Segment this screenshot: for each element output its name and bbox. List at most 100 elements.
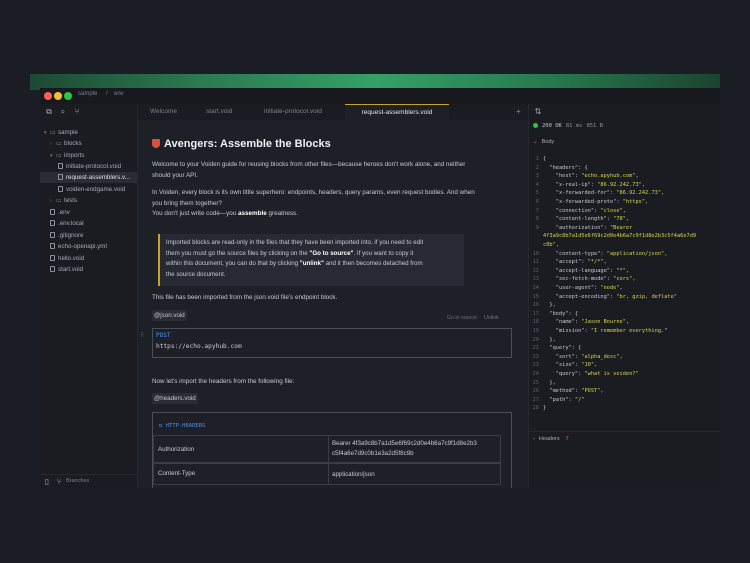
json-void-link[interactable]: @json.void — [152, 310, 187, 321]
block-actions: Go to source Unlink — [441, 315, 499, 321]
url-field[interactable]: https://echo.apyhub.com — [153, 341, 511, 354]
maximize-window-button[interactable] — [64, 92, 72, 100]
code-line: 13 "sec-fetch-mode": "cors", — [529, 275, 720, 284]
line-number: 18 — [532, 319, 539, 326]
git-icon[interactable]: ⑂ — [72, 107, 82, 117]
code-text: "sec-fetch-mode": "cors", — [543, 276, 636, 283]
code-line: 5 "x-forwarded-for": "86.92.242.73", — [529, 189, 720, 198]
line-number: 4 — [535, 181, 539, 188]
code-text: "mission": "I remember everything." — [543, 328, 668, 334]
file-icon — [50, 242, 58, 253]
code-line: 4 "x-real-ip": "86.92.242.73", — [529, 181, 720, 190]
response-size: 851 B — [586, 123, 603, 129]
code-text: "query": "what is voiden?" — [543, 371, 639, 377]
plus-icon[interactable]: + — [516, 107, 521, 116]
sidebar-toolbar: ⧉ ⌕ ⑂ — [40, 104, 138, 120]
code-text: "content-length": "78", — [543, 216, 630, 223]
line-number: 1 — [535, 156, 539, 162]
code-text: "headers": { — [543, 164, 588, 171]
tree-item[interactable]: initiate-protocol.void — [58, 161, 121, 172]
headers-void-link[interactable]: @headers.void — [152, 393, 198, 404]
code-line: 10 "content-type": "application/json", — [529, 250, 720, 259]
app-window: sample / env ⧉ ⌕ ⑂ ▾ ▭ sample › ▭ blocks ▾ ▭ i… — [40, 88, 720, 488]
headers-section-toggle[interactable]: › Headers 7 — [533, 436, 569, 442]
close-window-button[interactable] — [44, 92, 52, 100]
endpoint-block[interactable]: POST https://echo.apyhub.com — [152, 328, 512, 358]
panel-icon[interactable]: ▯ — [42, 477, 52, 487]
tree-item[interactable]: voiden-endgame.void — [58, 184, 125, 195]
code-line: 9 "authorization": "Bearer — [529, 224, 720, 233]
tree-item[interactable]: › ▭ blocks — [50, 138, 82, 149]
branches-label[interactable]: Branches — [66, 478, 89, 484]
response-status: 200 OK 81 ms 851 B — [533, 123, 603, 129]
code-line: 23 "size": "10", — [529, 361, 720, 370]
body-section-toggle[interactable]: ⌄ Body — [533, 139, 554, 145]
unlink-button[interactable]: Unlink — [484, 315, 498, 321]
tree-root-sample[interactable]: ▾ ▭ sample — [44, 127, 78, 138]
breadcrumb-env[interactable]: env — [114, 91, 124, 97]
tree-item[interactable]: .env.local — [50, 218, 84, 229]
code-text: }, — [543, 379, 556, 386]
tab-start[interactable]: start.void — [206, 104, 232, 120]
header-value[interactable]: application/json — [332, 470, 500, 480]
line-number: 3 — [535, 173, 539, 180]
line-number: 21 — [532, 345, 539, 352]
intro-paragraph: Welcome to your Voiden guide for reusing… — [152, 161, 466, 179]
code-text: "host": "echo.apyhub.com", — [543, 173, 639, 180]
code-line: 27 "path": "/" — [529, 396, 720, 405]
code-line: 11 "accept": "*/*", — [529, 258, 720, 267]
headers-block-title: ⇆ HTTP-HEADERS — [159, 423, 206, 429]
line-number: 2 — [535, 164, 539, 171]
file-icon — [50, 219, 58, 230]
editor-tabs: Welcome start.void initiate-protocol.voi… — [138, 104, 528, 120]
go-to-source-button[interactable]: Go to source — [447, 315, 477, 321]
tab-initiate-protocol[interactable]: initiate-protocol.void — [264, 104, 322, 120]
minimize-window-button[interactable] — [54, 92, 62, 100]
page-title: Avengers: Assemble the Blocks — [152, 138, 331, 150]
code-line: 24 "query": "what is voiden?" — [529, 370, 720, 379]
file-icon — [50, 265, 58, 276]
tree-item[interactable]: echo-openapi.yml — [50, 241, 107, 252]
line-number: 12 — [532, 267, 539, 274]
tab-welcome[interactable]: Welcome — [150, 104, 177, 120]
tree-item[interactable]: .env — [50, 207, 70, 218]
code-line: 17 "body": { — [529, 310, 720, 319]
tree-item[interactable]: start.void — [50, 264, 83, 275]
code-line: 7 "connection": "close", — [529, 207, 720, 216]
table-row: Authorization Bearer 4f3a9c8b7a1d5e6f69c… — [153, 435, 501, 463]
line-number: 28 — [532, 405, 539, 412]
code-line: 18 "name": "Jason Bourne", — [529, 318, 720, 327]
breadcrumb-project[interactable]: sample — [78, 91, 97, 97]
code-text: "method": "POST", — [543, 388, 604, 395]
line-number: 23 — [532, 362, 539, 369]
code-text: "size": "10", — [543, 362, 598, 369]
tree-item[interactable]: › ▭ tests — [50, 195, 77, 206]
tree-item[interactable]: hello.void — [50, 253, 84, 264]
code-line: 16 }, — [529, 301, 720, 310]
code-text: "body": { — [543, 310, 579, 317]
code-text: } — [543, 405, 547, 412]
line-number: 16 — [532, 302, 539, 309]
folder-icon: ▭ — [56, 141, 62, 147]
tab-request-assemblers[interactable]: request-assemblers.void — [345, 104, 449, 120]
drag-handle-icon[interactable]: ⠿ — [140, 332, 144, 339]
tree-item[interactable]: .gitignore — [50, 230, 83, 241]
header-value[interactable]: Bearer 4f3a9c8b7a1d5e6f69c2d0e4b6a7c9f1d… — [332, 439, 500, 459]
code-line: 15 "accept-encoding": "br, gzip, deflate… — [529, 293, 720, 302]
tree-item-active[interactable]: request-assemblers.v... — [40, 172, 137, 183]
title-bar: sample / env — [40, 88, 720, 104]
code-line: 25 }, — [529, 379, 720, 388]
sidebar-footer: ▯ ⑂ Branches — [40, 474, 138, 488]
code-text: 4f3a9c8b7a1d5e6f69c2d0e4b6a7c9f1d8e2b3c5… — [543, 233, 697, 240]
line-number: 11 — [532, 259, 539, 266]
code-text: "user-agent": "node", — [543, 285, 623, 291]
http-icon: ⇆ — [159, 423, 166, 429]
code-text: "authorization": "Bearer — [543, 224, 633, 231]
sort-icon[interactable]: ⇅ — [533, 107, 543, 117]
search-icon[interactable]: ⌕ — [58, 107, 68, 117]
copy-icon[interactable]: ⧉ — [44, 107, 54, 117]
tree-item[interactable]: ▾ ▭ imports — [50, 150, 84, 161]
line-number: 13 — [532, 276, 539, 283]
header-key: Content-Type — [158, 470, 196, 477]
status-dot-icon — [533, 123, 538, 128]
